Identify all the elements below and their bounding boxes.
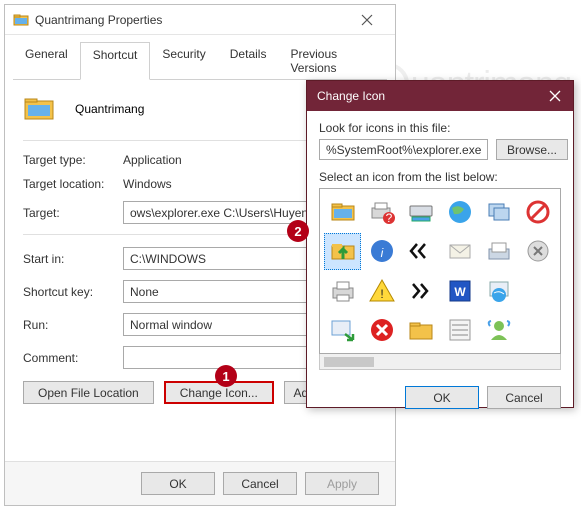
printer-icon[interactable]: [324, 272, 361, 310]
shortcut-heading: Quantrimang: [75, 102, 144, 116]
shortcut-folder-icon: [23, 92, 57, 126]
properties-title: Quantrimang Properties: [35, 13, 347, 27]
no-entry-icon[interactable]: [519, 193, 556, 231]
blank-icon: [519, 272, 556, 310]
icon-grid: ? i ! W: [319, 188, 561, 354]
list-view-icon[interactable]: [441, 312, 478, 350]
label-shortcut-key: Shortcut key:: [23, 285, 123, 299]
label-run: Run:: [23, 318, 123, 332]
look-for-icons-label: Look for icons in this file:: [319, 121, 561, 135]
envelope-icon[interactable]: [441, 233, 478, 271]
properties-tabs: General Shortcut Security Details Previo…: [13, 41, 387, 80]
info-icon[interactable]: i: [363, 233, 400, 271]
folder-icon[interactable]: [324, 193, 361, 231]
icon-path-input[interactable]: [319, 139, 488, 160]
error-red-icon[interactable]: [363, 312, 400, 350]
tab-shortcut[interactable]: Shortcut: [80, 42, 151, 80]
tab-details[interactable]: Details: [218, 42, 279, 80]
cancel-button[interactable]: Cancel: [223, 472, 297, 495]
inbox-icon[interactable]: [480, 233, 517, 271]
tab-previous-versions[interactable]: Previous Versions: [278, 42, 387, 80]
label-target-location: Target location:: [23, 177, 123, 191]
change-icon-cancel-button[interactable]: Cancel: [487, 386, 561, 409]
change-icon-title: Change Icon: [317, 89, 537, 103]
folder-yellow-icon[interactable]: [402, 312, 439, 350]
annotation-step-2: 2: [287, 220, 309, 242]
drive-icon[interactable]: [402, 193, 439, 231]
windows-stack-icon[interactable]: [480, 193, 517, 231]
folder-icon: [13, 12, 29, 28]
word-blue-icon[interactable]: W: [441, 272, 478, 310]
folder-up-icon[interactable]: [324, 233, 361, 271]
value-target-location: Windows: [123, 177, 172, 191]
msn-person-icon[interactable]: [480, 312, 517, 350]
change-icon-close-button[interactable]: [537, 81, 573, 111]
label-comment: Comment:: [23, 351, 123, 365]
tab-general[interactable]: General: [13, 42, 80, 80]
chevrons-right-icon[interactable]: [402, 272, 439, 310]
browser-globe-icon[interactable]: [480, 272, 517, 310]
change-icon-titlebar: Change Icon: [307, 81, 573, 111]
close-grey-icon[interactable]: [519, 233, 556, 271]
annotation-step-1: 1: [215, 365, 237, 387]
blank-icon: [519, 312, 556, 350]
select-icon-label: Select an icon from the list below:: [319, 170, 561, 184]
label-start-in: Start in:: [23, 252, 123, 266]
globe-icon[interactable]: [441, 193, 478, 231]
change-icon-dialog: Change Icon Look for icons in this file:…: [306, 80, 574, 408]
chevrons-left-icon[interactable]: [402, 233, 439, 271]
open-file-location-button[interactable]: Open File Location: [23, 381, 154, 404]
label-target-type: Target type:: [23, 153, 123, 167]
svg-text:i: i: [380, 246, 383, 260]
label-target: Target:: [23, 206, 123, 220]
properties-close-button[interactable]: [347, 8, 387, 32]
apply-button[interactable]: Apply: [305, 472, 379, 495]
properties-footer: OK Cancel Apply: [5, 461, 395, 505]
window-arrow-icon[interactable]: [324, 312, 361, 350]
warning-icon[interactable]: !: [363, 272, 400, 310]
icon-grid-scrollbar[interactable]: [319, 354, 561, 370]
browse-button[interactable]: Browse...: [496, 139, 568, 160]
tab-security[interactable]: Security: [150, 42, 217, 80]
value-target-type: Application: [123, 153, 182, 167]
printer-question-icon[interactable]: ?: [363, 193, 400, 231]
svg-text:?: ?: [385, 211, 392, 225]
svg-text:W: W: [454, 285, 466, 299]
ok-button[interactable]: OK: [141, 472, 215, 495]
svg-text:!: !: [380, 287, 383, 301]
change-icon-ok-button[interactable]: OK: [405, 386, 479, 409]
properties-titlebar: Quantrimang Properties: [5, 5, 395, 35]
